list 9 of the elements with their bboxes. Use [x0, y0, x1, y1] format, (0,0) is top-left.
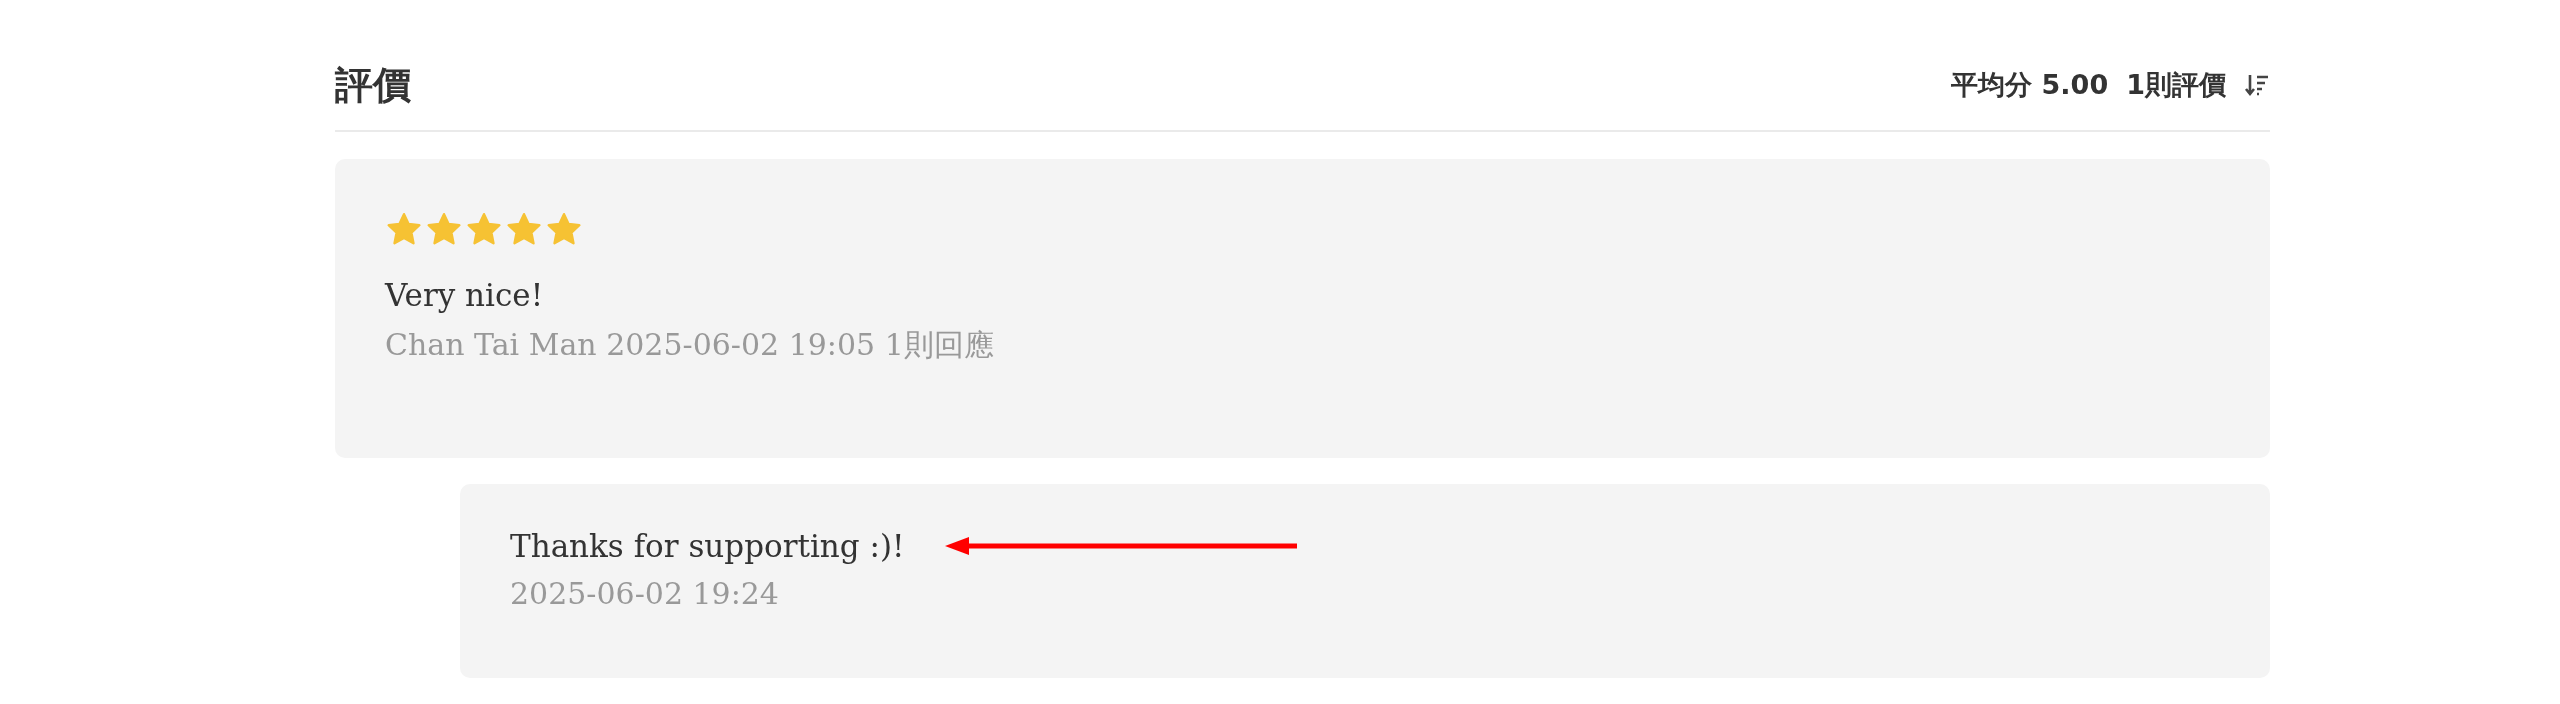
review-count: 1則評價 [2126, 68, 2226, 102]
sort-icon[interactable] [2244, 72, 2270, 98]
average-score: 平均分 5.00 [1951, 68, 2109, 102]
arrow-icon [944, 537, 1297, 555]
section-title: 評價 [335, 61, 411, 109]
review-meta: Chan Tai Man 2025-06-02 19:05 1則回應 [385, 326, 995, 364]
review-text: Very nice! [385, 277, 545, 313]
reply-text: Thanks for supporting :)! [510, 528, 905, 564]
reply-date: 2025-06-02 19:24 [510, 576, 780, 611]
